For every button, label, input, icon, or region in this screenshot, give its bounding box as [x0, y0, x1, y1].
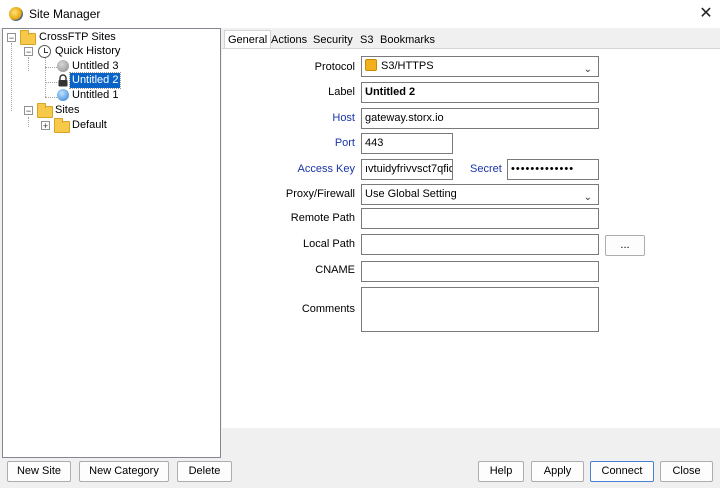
tree-item-untitled-1[interactable]: Untitled 1: [70, 88, 120, 103]
cname-input[interactable]: [361, 261, 599, 282]
s3-bucket-icon: [365, 59, 377, 71]
host-label: Host: [332, 112, 355, 124]
secret-input[interactable]: •••••••••••••: [507, 159, 599, 180]
app-icon: [9, 7, 23, 21]
new-site-button[interactable]: New Site: [7, 461, 71, 482]
folder-icon: [54, 118, 70, 133]
apply-button[interactable]: Apply: [531, 461, 584, 482]
sites-collapse-icon[interactable]: −: [24, 106, 33, 116]
label-input[interactable]: Untitled 2: [361, 82, 599, 103]
help-button[interactable]: Help: [478, 461, 524, 482]
delete-button[interactable]: Delete: [177, 461, 232, 482]
chevron-down-icon: ⌄: [583, 64, 592, 75]
tree-item-untitled-3[interactable]: Untitled 3: [70, 59, 120, 74]
tab-s3[interactable]: S3: [357, 32, 376, 48]
tab-bookmarks[interactable]: Bookmarks: [377, 32, 438, 48]
port-label: Port: [334, 137, 355, 149]
access-key-label: Access Key: [297, 163, 355, 175]
folder-icon: [20, 30, 36, 45]
tree-sites[interactable]: Sites: [53, 103, 81, 118]
quick-history-label: Quick History: [55, 45, 121, 57]
secret-label: Secret: [470, 163, 502, 175]
local-path-label: Local Path: [303, 238, 355, 250]
close-button[interactable]: Close: [660, 461, 713, 482]
browse-button[interactable]: ...: [605, 235, 645, 256]
remote-path-label: Remote Path: [290, 212, 355, 224]
close-window-button[interactable]: ✕: [695, 3, 717, 25]
tree-item-label: Untitled 1: [72, 89, 119, 101]
tab-security[interactable]: Security: [310, 32, 356, 48]
default-expand-icon[interactable]: +: [41, 121, 50, 131]
tree-item-label: Untitled 2: [68, 72, 122, 89]
tree-quick-history[interactable]: Quick History: [53, 44, 122, 59]
site-tree[interactable]: − CrossFTP Sites − Quick History Untitle…: [2, 28, 221, 458]
tree-default[interactable]: Default: [70, 118, 109, 133]
clock-icon: [38, 45, 51, 58]
comments-label: Comments: [301, 303, 355, 315]
root-collapse-icon[interactable]: −: [7, 33, 16, 43]
new-category-button[interactable]: New Category: [79, 461, 169, 482]
tree-item-label: Untitled 3: [72, 60, 119, 72]
chevron-down-icon: ⌄: [583, 192, 592, 203]
proxy-label: Proxy/Firewall: [285, 188, 355, 200]
folder-icon: [37, 103, 53, 118]
cname-label: CNAME: [315, 264, 355, 276]
remote-path-input[interactable]: [361, 208, 599, 229]
lock-icon: [57, 74, 69, 87]
window-title: Site Manager: [29, 7, 101, 21]
protocol-value: S3/HTTPS: [381, 60, 434, 72]
label-label: Label: [328, 86, 355, 98]
default-label: Default: [72, 119, 107, 131]
status-gray-icon: [57, 60, 69, 72]
access-key-input[interactable]: ıvtuidyfrivvsct7qfiq: [361, 159, 453, 180]
proxy-dropdown[interactable]: Use Global Setting ⌄: [361, 184, 599, 205]
proxy-value: Use Global Setting: [365, 188, 457, 200]
connect-button[interactable]: Connect: [590, 461, 654, 482]
tab-actions[interactable]: Actions: [268, 32, 310, 48]
title-bar: [0, 0, 720, 28]
tree-root-label: CrossFTP Sites: [39, 31, 116, 43]
status-blue-icon: [57, 89, 69, 101]
port-input[interactable]: 443: [361, 133, 453, 154]
local-path-input[interactable]: [361, 234, 599, 255]
protocol-dropdown[interactable]: S3/HTTPS ⌄: [361, 56, 599, 77]
tab-bar: General Actions Security S3 Bookmarks: [222, 30, 720, 51]
protocol-label: Protocol: [314, 61, 355, 73]
sites-label: Sites: [55, 104, 80, 116]
tree-item-untitled-2[interactable]: Untitled 2: [68, 72, 122, 89]
quick-history-collapse-icon[interactable]: −: [24, 47, 33, 57]
comments-textarea[interactable]: [361, 287, 599, 332]
host-input[interactable]: gateway.storx.io: [361, 108, 599, 129]
tree-root[interactable]: CrossFTP Sites: [37, 30, 118, 45]
